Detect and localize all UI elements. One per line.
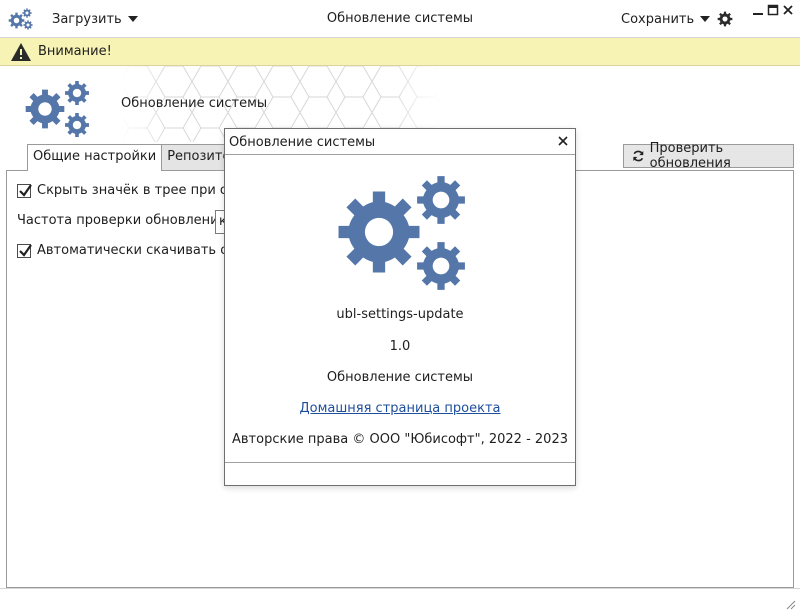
auto-download-checkbox[interactable] [17, 243, 32, 258]
resize-grip-icon[interactable] [784, 598, 796, 610]
load-menu-button[interactable]: Загрузить [52, 10, 138, 28]
check-icon [19, 243, 32, 257]
dialog-version: 1.0 [389, 339, 411, 354]
status-bar [0, 588, 800, 614]
check-updates-button[interactable]: Проверить обновления [623, 141, 794, 171]
dialog-footer-divider [225, 462, 575, 463]
gears-icon [8, 8, 33, 30]
warning-text: Внимание! [38, 44, 112, 59]
hide-tray-icon-option: Скрыть значёк в трее при отсут [17, 183, 258, 198]
minimize-icon[interactable] [752, 4, 764, 16]
title-bar: Загрузить Обновление системы Сохранить [0, 0, 800, 38]
about-dialog: Обновление системы ubl-settings-update 1… [224, 128, 576, 486]
gears-icon [25, 81, 89, 137]
homepage-link[interactable]: Домашняя страница проекта [300, 401, 501, 416]
save-menu-button[interactable]: Сохранить [621, 10, 711, 28]
check-frequency-label: Частота проверки обновлений [17, 213, 228, 228]
gear-icon[interactable] [717, 11, 733, 27]
refresh-icon [633, 150, 644, 162]
dialog-description: Обновление системы [326, 370, 474, 385]
dialog-header-divider [225, 154, 575, 155]
header-title: Обновление системы [121, 96, 268, 111]
tab-general-settings[interactable]: Общие настройки [27, 144, 163, 171]
dialog-app-name: ubl-settings-update [336, 307, 464, 322]
check-icon [19, 183, 32, 197]
close-icon[interactable] [782, 4, 794, 16]
warning-icon [11, 43, 31, 61]
close-icon[interactable] [557, 135, 569, 147]
maximize-icon[interactable] [767, 4, 779, 16]
warning-bar: Внимание! [0, 38, 800, 66]
load-menu-label: Загрузить [52, 11, 122, 27]
dialog-title: Обновление системы [229, 135, 376, 150]
dialog-copyright: Авторские права © ООО "Юбисофт", 2022 - … [232, 432, 568, 447]
hide-tray-icon-checkbox[interactable] [17, 183, 32, 198]
chevron-down-icon [127, 16, 138, 22]
gears-icon [338, 176, 465, 290]
check-updates-label: Проверить обновления [649, 141, 731, 171]
save-menu-label: Сохранить [621, 11, 695, 27]
chevron-down-icon [700, 16, 711, 22]
check-frequency-option: Частота проверки обновлений [17, 213, 227, 228]
